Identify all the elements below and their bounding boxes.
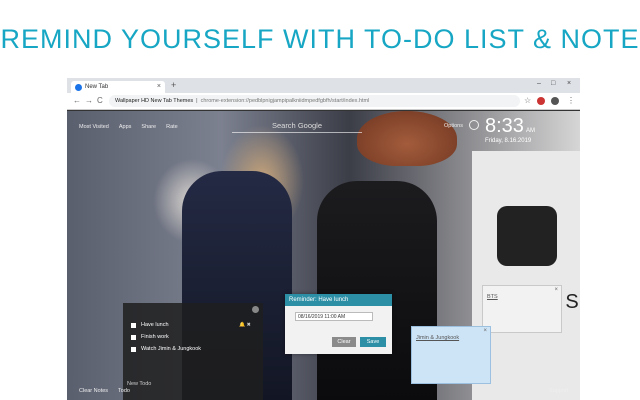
browser-window: New Tab × + – □ × ← → C Wallpaper HD New… (67, 78, 580, 400)
menu-icon[interactable]: ⋮ (567, 96, 575, 105)
todo-label: Have lunch (141, 322, 169, 328)
back-icon[interactable]: ← (73, 96, 81, 105)
clear-notes-link[interactable]: Clear Notes (79, 388, 108, 394)
note-text[interactable]: Jimin & Jungkook (416, 335, 459, 341)
page-title: Wallpaper HD New Tab Themes (115, 98, 194, 104)
checkbox[interactable] (131, 322, 136, 328)
reload-icon[interactable]: C (97, 96, 103, 105)
poster-logo (497, 206, 557, 266)
new-tab-button[interactable]: + (171, 80, 176, 90)
separator: | (196, 98, 198, 104)
reminder-title: Reminder: Have lunch (285, 294, 392, 306)
checkbox[interactable] (131, 346, 136, 352)
tab-new-tab[interactable]: New Tab × (71, 81, 165, 93)
forward-icon[interactable]: → (85, 96, 93, 105)
new-todo-input[interactable]: New Todo (127, 381, 151, 387)
clock: 8:33 AM (485, 115, 535, 138)
sticky-note[interactable]: × Jimin & Jungkook (411, 326, 491, 384)
checkbox[interactable] (131, 334, 136, 340)
maximize-icon[interactable]: □ (551, 80, 555, 87)
link-rate[interactable]: Rate (166, 124, 178, 130)
background-hat (357, 111, 457, 166)
address-bar: ← → C Wallpaper HD New Tab Themes | chro… (67, 93, 580, 110)
sticky-note[interactable]: × BTS (482, 285, 562, 333)
link-apps[interactable]: Apps (119, 124, 132, 130)
gear-icon[interactable] (469, 120, 479, 130)
clock-date: Friday, 8.16.2019 (485, 138, 532, 144)
list-item[interactable]: Watch Jimin & Jungkook (131, 346, 201, 352)
clock-time: 8:33 (485, 115, 524, 137)
close-note-icon[interactable]: × (554, 287, 558, 293)
options-link[interactable]: Options (444, 123, 463, 129)
search-input[interactable]: Search Google (232, 119, 362, 133)
omnibox[interactable]: Wallpaper HD New Tab Themes | chrome-ext… (109, 95, 520, 107)
todo-label: Finish work (141, 334, 169, 340)
support-link[interactable]: Support (549, 388, 568, 394)
bottom-links: Clear Notes Todo (79, 388, 130, 394)
close-note-icon[interactable]: × (483, 328, 487, 334)
bookmark-star-icon[interactable]: ☆ (524, 96, 531, 105)
minimize-icon[interactable]: – (537, 80, 541, 87)
new-tab-page: WINGS Most Visited Apps Share Rate Searc… (67, 111, 580, 400)
reminder-bell-icon[interactable]: 🔔 ✖ (239, 322, 251, 328)
clear-button[interactable]: Clear (332, 337, 356, 347)
close-icon[interactable] (252, 306, 259, 313)
todo-label: Watch Jimin & Jungkook (141, 346, 202, 352)
clock-suffix: AM (525, 128, 535, 134)
close-window-icon[interactable]: × (567, 80, 571, 87)
link-most-visited[interactable]: Most Visited (79, 124, 109, 130)
tab-bar: New Tab × + – □ × (67, 78, 580, 93)
todo-panel: Have lunch 🔔 ✖ Finish work Watch Jimin &… (123, 303, 263, 400)
link-share[interactable]: Share (141, 124, 156, 130)
top-links: Most Visited Apps Share Rate (79, 124, 178, 130)
save-button[interactable]: Save (360, 337, 386, 347)
profile-avatar-icon[interactable] (551, 97, 559, 105)
reminder-dialog: Reminder: Have lunch 08/16/2019 11:00 AM… (285, 294, 392, 354)
note-text[interactable]: BTS (487, 294, 498, 300)
chrome-icon (75, 83, 82, 91)
url-text: chrome-extension://pedblpnigjampipalknii… (200, 98, 370, 104)
list-item[interactable]: Finish work (131, 334, 169, 340)
extension-icon[interactable] (537, 97, 545, 105)
todo-link[interactable]: Todo (118, 388, 130, 394)
list-item[interactable]: Have lunch (131, 322, 169, 328)
close-tab-icon[interactable]: × (157, 83, 161, 90)
tab-title: New Tab (85, 84, 109, 90)
reminder-datetime-input[interactable]: 08/16/2019 11:00 AM (295, 312, 373, 321)
headline: REMIND YOURSELF WITH TO-DO LIST & NOTE (0, 23, 640, 54)
